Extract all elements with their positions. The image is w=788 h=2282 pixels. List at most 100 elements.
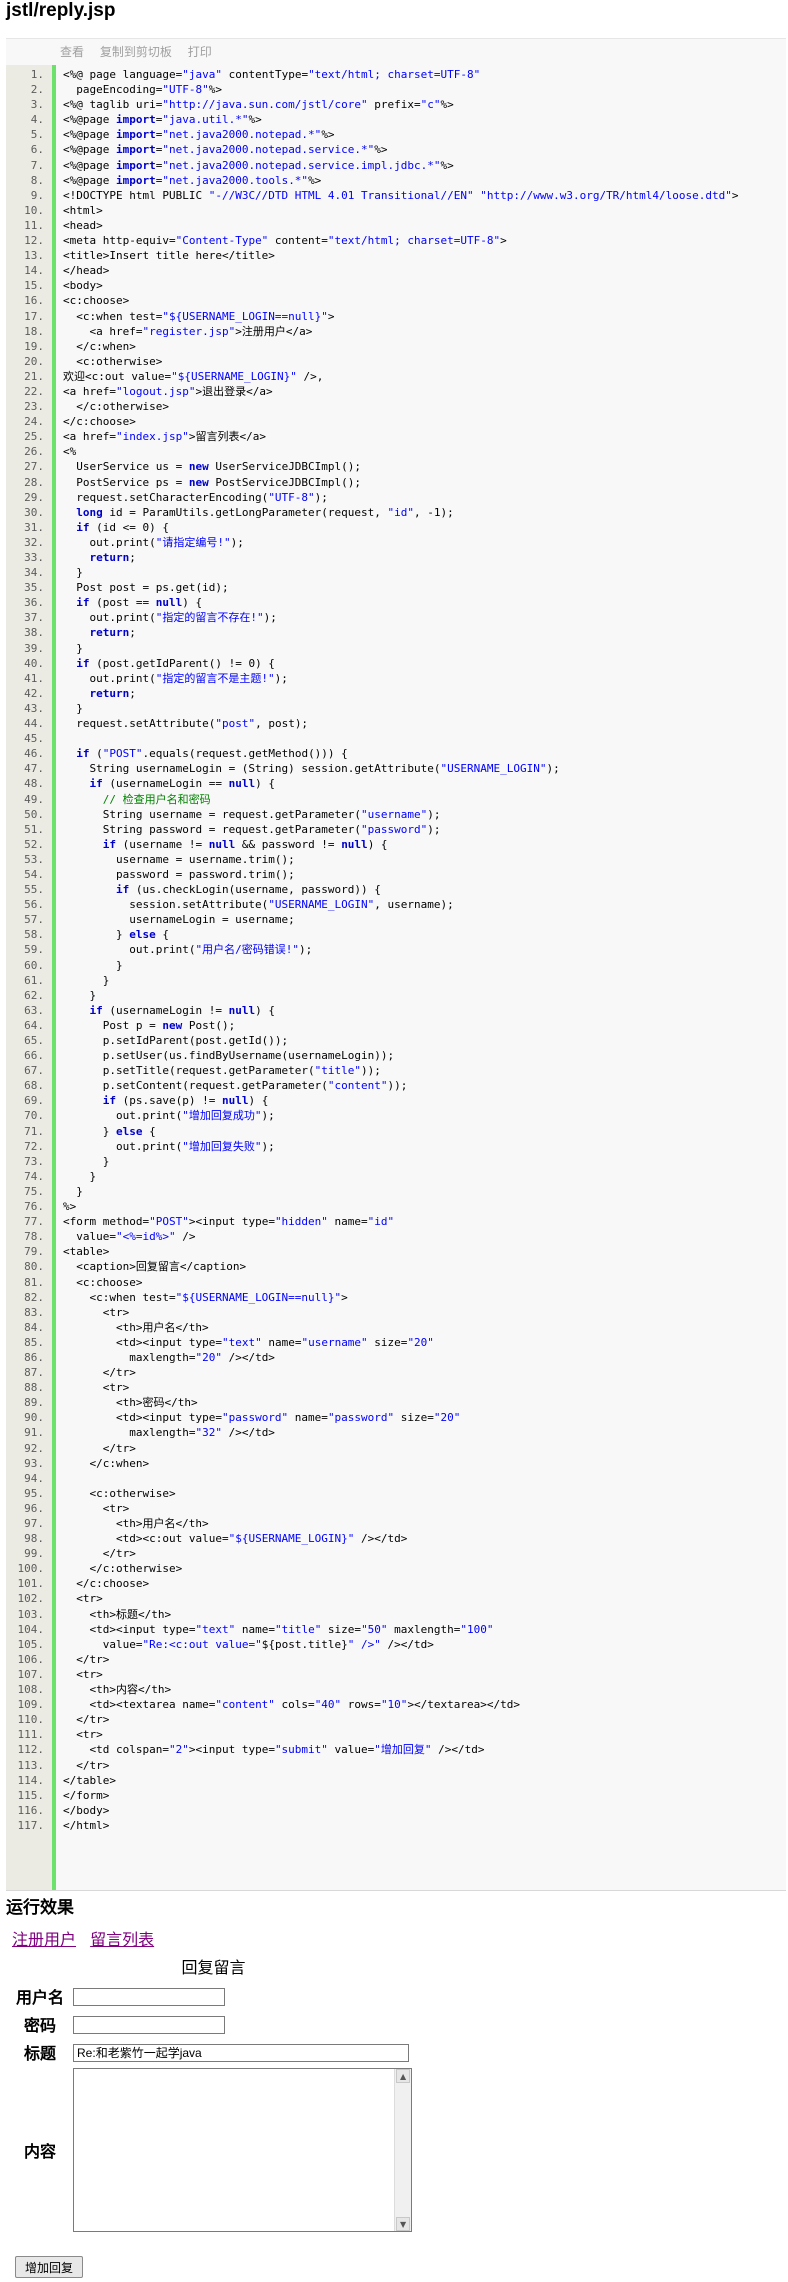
code-token: "<%=id%>" — [115, 1230, 176, 1244]
code-token: "java.util.*" — [162, 113, 249, 127]
code-token: </tr> — [63, 1366, 136, 1380]
textarea-scrollbar[interactable]: ▲ ▼ — [394, 2069, 412, 2231]
code-token: %> — [440, 98, 454, 112]
code-token: "指定的留言不存在!" — [155, 611, 264, 625]
code-text: <body> — [63, 278, 103, 293]
line-number: 81. — [24, 1275, 44, 1289]
code-line: 36. if (post == null) { — [6, 595, 786, 610]
code-token: else — [129, 928, 156, 942]
code-text: <!DOCTYPE html PUBLIC "-//W3C//DTD HTML … — [63, 188, 739, 203]
line-number: 100. — [17, 1562, 45, 1576]
code-token: import — [115, 113, 156, 127]
line-number: 16. — [24, 294, 44, 308]
code-token: "2" — [168, 1743, 189, 1757]
code-token: null — [155, 596, 183, 610]
post-list-link[interactable]: 留言列表 — [90, 1930, 154, 1949]
line-number: 98. — [24, 1532, 44, 1546]
code-text: </c:when> — [63, 1456, 149, 1471]
code-token: out.print( — [63, 535, 156, 549]
copy-to-clipboard-link[interactable]: 复制到剪切板 — [100, 45, 172, 59]
code-line: 70. out.print("增加回复成功"); — [6, 1108, 786, 1123]
code-token: if — [76, 747, 90, 761]
code-token: size= — [321, 1622, 362, 1636]
code-token: <th>用户名</th> — [63, 1320, 209, 1334]
code-text: <caption>回复留言</caption> — [63, 1259, 246, 1274]
code-line: 58. } else { — [6, 927, 786, 942]
code-token: if — [76, 520, 90, 534]
code-text: value="Re:<c:out value="${post.title}" /… — [63, 1637, 434, 1652]
code-token: .equals(request.getMethod())) { — [142, 747, 348, 761]
code-token: ><input type= — [188, 1215, 275, 1229]
code-line: 113. </tr> — [6, 1758, 786, 1773]
content-textarea[interactable]: ▲ ▼ — [73, 2068, 413, 2232]
code-line: 80. <caption>回复留言</caption> — [6, 1259, 786, 1274]
code-text: <%@page import="net.java2000.tools.*"%> — [63, 173, 321, 188]
code-token: "${USERNAME_LOGIN==null}" — [175, 1290, 342, 1304]
code-token: >退出登录</a> — [195, 384, 273, 398]
code-text: } — [63, 565, 83, 580]
code-token: "java" — [182, 68, 222, 81]
code-token: </head> — [63, 264, 110, 278]
submit-reply-button[interactable]: 增加回复 — [15, 2256, 84, 2278]
line-number: 101. — [17, 1577, 45, 1591]
code-token: )); — [361, 1064, 381, 1078]
line-number: 109. — [17, 1698, 45, 1712]
code-text: } — [63, 1169, 96, 1184]
scroll-up-arrow-icon[interactable]: ▲ — [396, 2069, 411, 2083]
line-number: 51. — [24, 822, 44, 836]
code-token: <c:when test= — [63, 1290, 176, 1304]
code-text: username = username.trim(); — [63, 852, 295, 867]
code-token: null — [208, 837, 236, 851]
code-text: password = password.trim(); — [63, 867, 295, 882]
line-number: 91. — [24, 1426, 44, 1440]
line-number: 102. — [17, 1592, 45, 1606]
code-token: ></textarea></td> — [407, 1698, 521, 1712]
code-line: 92. </tr> — [6, 1441, 786, 1456]
code-token: size= — [394, 1411, 434, 1425]
code-text: <%@page import="net.java2000.notepad.*"%… — [63, 127, 335, 142]
code-line: 44. request.setAttribute("post", post); — [6, 716, 786, 731]
code-line: 35. Post post = ps.get(id); — [6, 580, 786, 595]
line-number: 15. — [24, 279, 44, 293]
code-line: 82. <c:when test="${USERNAME_LOGIN==null… — [6, 1290, 786, 1305]
code-token: rows= — [341, 1698, 381, 1712]
code-token: value= — [63, 1230, 116, 1244]
code-token: </c:otherwise> — [63, 1562, 183, 1576]
code-text: } else { — [63, 1124, 156, 1139]
code-text: out.print("指定的留言不是主题!"); — [63, 671, 287, 686]
code-text: if (usernameLogin == null) { — [63, 776, 275, 791]
code-line: 51. String password = request.getParamet… — [6, 822, 786, 837]
code-line: 101. </c:choose> — [6, 1576, 786, 1591]
line-number: 5. — [30, 128, 44, 142]
code-text: %> — [63, 1199, 76, 1214]
title-input[interactable] — [73, 2043, 410, 2062]
code-token: </tr> — [63, 1547, 136, 1561]
code-token: <th>标题</th> — [63, 1607, 172, 1621]
code-token: "text" — [221, 1335, 262, 1349]
line-number: 64. — [24, 1018, 44, 1032]
password-input[interactable] — [73, 2016, 226, 2034]
code-token: <tr> — [63, 1592, 103, 1606]
code-token: } — [63, 1154, 110, 1168]
username-input[interactable] — [73, 1988, 226, 2006]
code-line: 74. } — [6, 1169, 786, 1184]
code-line: 78. value="<%=id%>" /> — [6, 1229, 786, 1244]
code-token: "submit" — [274, 1743, 328, 1757]
line-number: 19. — [24, 339, 44, 353]
code-line: 68. p.setContent(request.getParameter("c… — [6, 1078, 786, 1093]
code-token: ><input type= — [188, 1743, 275, 1757]
code-text: <th>用户名</th> — [63, 1320, 209, 1335]
scroll-down-arrow-icon[interactable]: ▼ — [396, 2217, 411, 2231]
line-number: 114. — [17, 1773, 45, 1787]
code-token: ; — [129, 626, 136, 640]
code-text: if (username != null && password != null… — [63, 837, 388, 852]
code-token: PostService ps = — [63, 475, 189, 489]
code-line: 104. <td><input type="text" name="title"… — [6, 1622, 786, 1637]
view-source-link[interactable]: 查看 — [60, 45, 84, 59]
code-token: import — [115, 173, 156, 187]
code-line: 109. <td><textarea name="content" cols="… — [6, 1697, 786, 1712]
register-link[interactable]: 注册用户 — [12, 1930, 76, 1949]
code-line: 12. <meta http-equiv="Content-Type" conte… — [6, 233, 786, 248]
code-token: cols= — [274, 1698, 315, 1712]
print-link[interactable]: 打印 — [188, 45, 212, 59]
